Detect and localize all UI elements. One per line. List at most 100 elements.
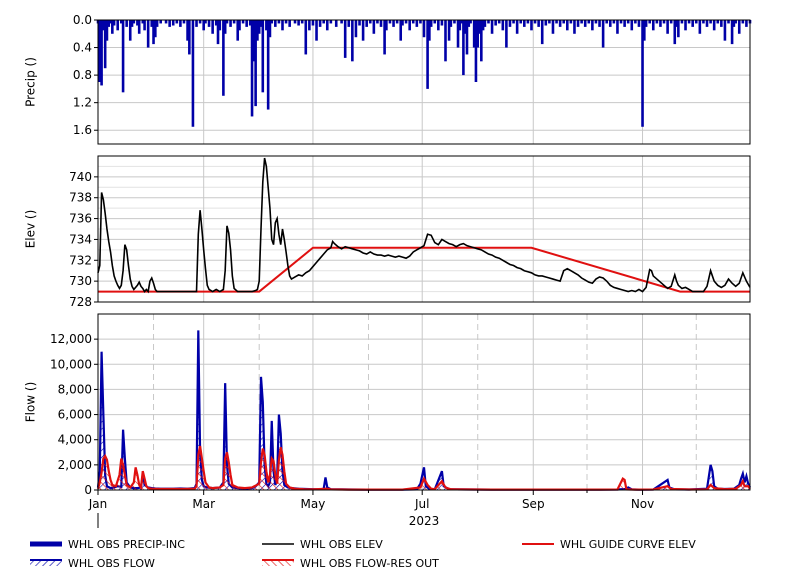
precip-y-ticks: 0.0 0.4 0.8 1.2 1.6 — [73, 13, 98, 137]
precip-bar — [241, 20, 245, 24]
precip-bar — [329, 20, 333, 24]
elev-y-tick-label: 734 — [69, 232, 92, 246]
precip-bar — [304, 20, 308, 55]
precip-bar — [483, 20, 487, 27]
precip-bar — [497, 20, 501, 24]
precip-bar — [558, 20, 562, 27]
precip-bar — [526, 20, 530, 24]
precip-bar — [573, 20, 576, 34]
precip-bar — [175, 20, 179, 24]
precip-bar — [494, 20, 497, 26]
precip-bar — [232, 20, 236, 24]
precip-bar — [519, 20, 523, 24]
precip-bar — [179, 20, 182, 27]
precip-bar — [132, 20, 136, 24]
precip-bar — [388, 20, 392, 24]
precip-bar — [121, 20, 125, 93]
precip-bar — [691, 20, 694, 27]
flow-y-tick-label: 2,000 — [58, 458, 92, 472]
precip-bar — [143, 20, 146, 31]
precip-bar — [168, 20, 171, 27]
precip-bar — [576, 20, 580, 27]
precip-bar — [601, 20, 605, 48]
precip-bar — [565, 20, 569, 31]
precip-bar — [159, 20, 162, 24]
precip-bar — [401, 20, 404, 26]
precip-bar — [218, 20, 222, 31]
precip-bar — [137, 20, 141, 34]
precip-bar — [376, 20, 379, 24]
precip-bar — [440, 20, 444, 26]
precip-bar — [737, 20, 741, 34]
legend-item-guide: WHL GUIDE CURVE ELEV — [522, 538, 696, 551]
x-tick-label: Nov — [631, 497, 654, 511]
precip-bar — [616, 20, 619, 34]
precip-bar — [659, 20, 662, 27]
precip-bar — [569, 20, 573, 24]
precip-bar — [191, 20, 195, 127]
precip-bar — [422, 20, 426, 38]
precip-bar — [311, 20, 315, 26]
legend: WHL OBS PRECIP-INC WHL OBS ELEV WHL GUID… — [30, 538, 696, 570]
precip-bar — [347, 20, 351, 27]
legend-item-flow: WHL OBS FLOW — [30, 557, 155, 570]
precip-bar — [702, 20, 705, 24]
precip-bar — [626, 20, 630, 24]
precip-bar — [444, 20, 447, 62]
precip-bar — [662, 20, 666, 24]
x-axis: Jan Mar May Jul Sep Nov — [88, 490, 697, 511]
precip-panel: 0.0 0.4 0.8 1.2 1.6 Precip () — [24, 13, 752, 145]
elev-panel: 728 730 732 734 736 738 740 Elev () — [24, 155, 751, 309]
precip-bar — [669, 20, 673, 24]
precip-bar — [490, 20, 494, 34]
elev-y-axis-label: Elev () — [24, 210, 38, 249]
precip-bar — [644, 20, 648, 27]
x-tick-label: Sep — [522, 497, 545, 511]
precip-y-tick-label: 0.4 — [73, 41, 92, 55]
legend-label-elev: WHL OBS ELEV — [300, 538, 383, 551]
precip-bar — [533, 20, 537, 24]
precip-bar — [505, 20, 508, 48]
precip-y-tick-label: 1.6 — [73, 123, 92, 137]
precip-bar — [540, 20, 544, 45]
precip-bar — [229, 20, 232, 27]
precip-bar — [125, 20, 128, 27]
precip-bar — [408, 20, 411, 31]
precip-bar — [334, 20, 338, 27]
precip-bar — [372, 20, 376, 34]
precip-bar — [741, 20, 745, 24]
precip-bar — [591, 20, 594, 31]
x-tick-label: Jan — [88, 497, 108, 511]
precip-bar — [501, 20, 505, 31]
flow-y-axis-label: Flow () — [24, 382, 38, 423]
precip-bar — [705, 20, 709, 27]
legend-label-precip: WHL OBS PRECIP-INC — [68, 538, 185, 551]
precip-bar — [195, 20, 198, 27]
precip-bar — [720, 20, 723, 27]
precip-bar — [469, 20, 472, 24]
chart-figure: 0.0 0.4 0.8 1.2 1.6 Precip () 728 730 732 734 73… — [24, 13, 752, 570]
legend-item-res-out: WHL OBS FLOW-RES OUT — [262, 557, 439, 570]
precip-bar — [164, 20, 168, 24]
precip-y-tick-label: 0.8 — [73, 68, 92, 82]
precip-bar — [694, 20, 698, 24]
legend-label-flow: WHL OBS FLOW — [68, 557, 155, 570]
precip-bar — [594, 20, 598, 24]
precip-bar — [515, 20, 519, 34]
precip-plot-area — [98, 20, 750, 144]
precip-bar — [512, 20, 515, 24]
precip-bar — [523, 20, 526, 27]
precip-bar — [415, 20, 419, 27]
precip-bar — [188, 20, 191, 55]
precip-bar — [379, 20, 383, 27]
precip-bar — [395, 20, 399, 24]
precip-bar — [580, 20, 583, 24]
precip-bar — [687, 20, 691, 24]
precip-bar — [449, 20, 453, 27]
precip-bar — [548, 20, 551, 24]
flow-y-tick-label: 0 — [84, 483, 92, 497]
precip-bar — [712, 20, 716, 31]
elev-y-tick-label: 732 — [69, 253, 92, 267]
precip-bar — [361, 20, 365, 41]
precip-y-tick-label: 0.0 — [73, 13, 92, 27]
